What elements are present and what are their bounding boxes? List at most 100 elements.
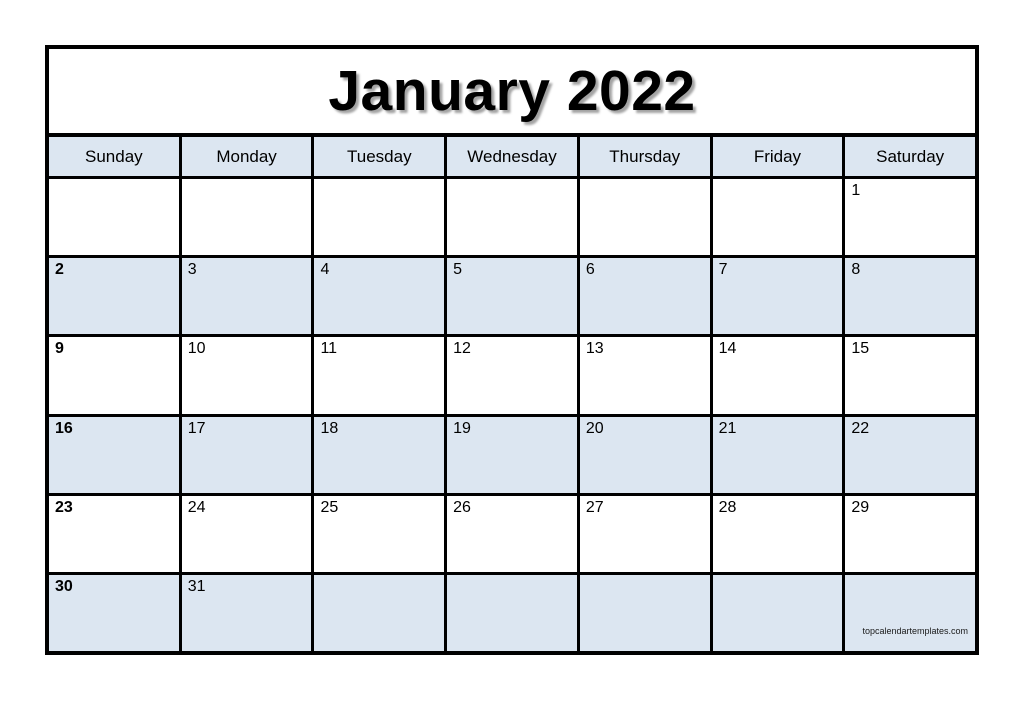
- page-title: January 2022: [328, 58, 696, 123]
- day-number: 19: [453, 419, 471, 437]
- calendar-weeks: 1 2 3 4 5 6 7 8 9 10 11 12 13 14 15 16 1…: [49, 179, 976, 652]
- day-number: 21: [718, 419, 737, 437]
- day-number: 20: [585, 419, 604, 437]
- calendar-page: January 2022 Sunday Monday Tuesday Wedne…: [0, 0, 1024, 724]
- day-cell[interactable]: 1: [845, 179, 976, 256]
- day-number: 11: [320, 340, 338, 358]
- weekday-header-tuesday: Tuesday: [314, 137, 448, 176]
- watermark-credit: topcalendartemplates.com: [862, 626, 969, 637]
- day-number: 28: [718, 498, 737, 516]
- day-cell[interactable]: [314, 574, 448, 652]
- day-cell[interactable]: 27: [579, 495, 713, 572]
- day-cell[interactable]: 29: [845, 495, 976, 572]
- day-cell[interactable]: [181, 179, 315, 256]
- day-cell[interactable]: 31: [181, 574, 315, 652]
- weekday-header-thursday: Thursday: [579, 137, 713, 176]
- day-number: 12: [453, 340, 471, 358]
- day-cell[interactable]: 3: [181, 258, 315, 335]
- day-number: 15: [851, 340, 870, 358]
- week-row: 2 3 4 5 6 7 8: [49, 258, 976, 338]
- weekday-header-wednesday: Wednesday: [447, 137, 580, 176]
- day-cell[interactable]: [579, 574, 713, 652]
- day-cell[interactable]: [579, 179, 713, 256]
- day-number: 5: [453, 261, 463, 279]
- day-cell[interactable]: [447, 179, 580, 256]
- day-cell[interactable]: 14: [712, 337, 846, 414]
- day-number: 26: [453, 498, 471, 516]
- day-number: 25: [320, 498, 339, 516]
- day-cell[interactable]: topcalendartemplates.com: [845, 574, 976, 652]
- day-cell[interactable]: 7: [712, 258, 846, 335]
- day-cell[interactable]: [712, 179, 846, 256]
- weekday-header-friday: Friday: [712, 137, 846, 176]
- day-number: 2: [55, 261, 64, 279]
- day-cell[interactable]: [314, 179, 448, 256]
- day-cell[interactable]: 26: [447, 495, 580, 572]
- day-number: 23: [55, 498, 73, 516]
- day-cell[interactable]: 5: [447, 258, 580, 335]
- day-number: 3: [187, 261, 197, 279]
- day-cell[interactable]: 13: [579, 337, 713, 414]
- weekday-header-label: Tuesday: [347, 146, 412, 166]
- weekday-header-label: Wednesday: [467, 146, 557, 166]
- weekday-header-label: Friday: [753, 146, 802, 166]
- day-cell[interactable]: 9: [49, 337, 182, 414]
- day-number: 16: [55, 419, 73, 437]
- day-number: 24: [187, 498, 206, 516]
- day-number: 29: [851, 498, 870, 516]
- day-cell[interactable]: [447, 574, 580, 652]
- day-number: 9: [55, 340, 64, 358]
- day-cell[interactable]: 6: [579, 258, 713, 335]
- day-number: 18: [320, 419, 339, 437]
- day-number: 22: [851, 419, 870, 437]
- day-cell[interactable]: 12: [447, 337, 580, 414]
- day-number: 8: [851, 261, 861, 279]
- day-number: 27: [585, 498, 604, 516]
- day-number: 17: [187, 419, 206, 437]
- day-cell[interactable]: 2: [49, 258, 182, 335]
- weekday-header-label: Thursday: [609, 146, 681, 166]
- day-cell[interactable]: [712, 574, 846, 652]
- day-cell[interactable]: 23: [49, 495, 182, 572]
- week-row: 23 24 25 26 27 28 29: [49, 495, 976, 575]
- week-row: 1: [49, 179, 976, 259]
- day-cell[interactable]: 24: [181, 495, 315, 572]
- day-cell[interactable]: 30: [49, 574, 182, 652]
- week-row: 9 10 11 12 13 14 15: [49, 337, 976, 417]
- day-number: 7: [718, 261, 728, 279]
- day-cell[interactable]: 16: [49, 416, 182, 493]
- weekday-header-label: Sunday: [85, 146, 143, 166]
- day-cell[interactable]: 25: [314, 495, 448, 572]
- day-number: 14: [718, 340, 737, 358]
- day-number: 30: [55, 577, 73, 595]
- day-cell[interactable]: 19: [447, 416, 580, 493]
- weekday-header-row: Sunday Monday Tuesday Wednesday Thursday…: [49, 137, 976, 179]
- day-number: 13: [585, 340, 604, 358]
- calendar-table: January 2022 Sunday Monday Tuesday Wedne…: [45, 45, 979, 655]
- day-cell[interactable]: 8: [845, 258, 976, 335]
- day-cell[interactable]: 28: [712, 495, 846, 572]
- weekday-header-sunday: Sunday: [49, 137, 182, 176]
- day-number: 10: [187, 340, 206, 358]
- day-cell[interactable]: 11: [314, 337, 448, 414]
- weekday-header-label: Monday: [216, 146, 277, 166]
- day-cell[interactable]: 10: [181, 337, 315, 414]
- day-cell[interactable]: 21: [712, 416, 846, 493]
- day-cell[interactable]: 17: [181, 416, 315, 493]
- day-cell[interactable]: 18: [314, 416, 448, 493]
- day-cell[interactable]: 22: [845, 416, 976, 493]
- calendar-title-band: January 2022: [49, 49, 975, 137]
- day-cell[interactable]: 15: [845, 337, 976, 414]
- day-number: 1: [851, 182, 861, 199]
- weekday-header-label: Saturday: [876, 146, 945, 166]
- day-cell[interactable]: 4: [314, 258, 448, 335]
- day-number: 6: [585, 261, 595, 279]
- day-cell[interactable]: [49, 179, 182, 256]
- day-number: 31: [187, 577, 206, 595]
- day-cell[interactable]: 20: [579, 416, 713, 493]
- week-row: 30 31 topcalendartemplates.com: [49, 574, 976, 652]
- week-row: 16 17 18 19 20 21 22: [49, 416, 976, 496]
- day-number: 4: [320, 261, 330, 279]
- weekday-header-saturday: Saturday: [845, 137, 976, 176]
- weekday-header-monday: Monday: [181, 137, 315, 176]
